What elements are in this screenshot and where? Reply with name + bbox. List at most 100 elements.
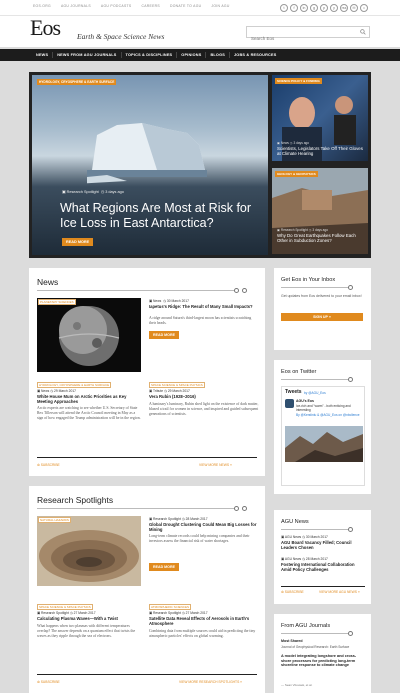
- hero-meta: ▣ Research Spotlight ◷ 3 days ago: [62, 190, 124, 194]
- googleplus-icon[interactable]: g: [310, 4, 318, 12]
- side-meta-1: ▣ News ◷ 3 days ago: [277, 141, 310, 145]
- spotlights-footer-rule: [37, 674, 257, 675]
- news-item-2-meta: ▣ Tribute ◷ 29 March 2017: [149, 389, 190, 393]
- top-link-donate[interactable]: Donate to AGU: [170, 4, 201, 8]
- news-item-2-title[interactable]: Vera Rubin (1928–2016): [149, 394, 259, 399]
- linkedin-icon[interactable]: in: [300, 4, 308, 12]
- hero-type: Research Spotlight: [66, 190, 99, 194]
- iceberg-image: [87, 123, 207, 184]
- search-box: [246, 26, 370, 44]
- spotlight-featured-tag[interactable]: Natural Hazards: [38, 517, 71, 523]
- pinterest-icon[interactable]: p: [320, 4, 328, 12]
- tweet-handle[interactable]: AGU's Eos: [296, 399, 314, 403]
- spotlight-featured-body: Long-term climate records could help min…: [149, 534, 250, 544]
- hero-kicker[interactable]: Hydrology, Cryosphere & Earth Surface: [37, 79, 117, 85]
- news-item-1-meta: ▣ News ◷ 29 March 2017: [37, 389, 76, 393]
- news-featured-tag[interactable]: Planetary Sciences: [38, 299, 76, 305]
- inbox-body: Get updates from Eos delivered to your e…: [281, 294, 362, 298]
- mail-icon[interactable]: ✉: [350, 4, 358, 12]
- side-meta-2: ▣ Research Spotlight ◷ 3 days ago: [277, 228, 329, 232]
- spotlight-item-1-body: What happens when two plasmas with diffe…: [37, 624, 136, 639]
- top-link-join[interactable]: Join AGU: [211, 4, 229, 8]
- agu-news-subscribe-link[interactable]: ⊛ Subscribe: [281, 590, 304, 594]
- news-item-2-tag[interactable]: Space Science & Space Physics: [149, 382, 205, 388]
- dot: [348, 377, 353, 382]
- news-item-1-title[interactable]: White House Mum on Arctic Priorities as …: [37, 394, 141, 404]
- twitter-rule: [281, 379, 351, 380]
- search-icon[interactable]: [360, 29, 366, 35]
- agu-news-1-title[interactable]: AGU Board Vacancy Filled; Council Leader…: [281, 540, 365, 550]
- news-heading-rule: [37, 290, 237, 291]
- agu-news-dots: [348, 527, 353, 532]
- most-shared-label: Most Shared: [281, 639, 303, 643]
- spotlights-subscribe-link[interactable]: ⊛ Subscribe: [37, 680, 60, 684]
- spotlight-read-more-button[interactable]: Read More: [149, 563, 179, 571]
- avatar[interactable]: [285, 399, 294, 408]
- iapetus-image[interactable]: [37, 298, 141, 372]
- nav-blogs[interactable]: Blogs: [206, 53, 229, 57]
- news-read-more-button[interactable]: Read More: [149, 331, 179, 339]
- side-title-1[interactable]: Scientists, Legislators Take Off Their G…: [277, 146, 363, 157]
- spotlight-item-1-title[interactable]: Calculating Plasma Waves—With a Twist: [37, 616, 141, 621]
- nav-news[interactable]: News: [32, 53, 52, 57]
- search-input[interactable]: [247, 33, 357, 44]
- tweet-image[interactable]: [285, 426, 363, 462]
- sign-up-button[interactable]: Sign Up »: [281, 313, 363, 321]
- spotlight-featured-meta: ▣ Research Spotlight ◷ 28 March 2017: [149, 517, 208, 521]
- journal-article-title[interactable]: A model integrating longshore and cross-…: [281, 654, 365, 668]
- hero-main-story[interactable]: Hydrology, Cryosphere & Earth Surface ▣ …: [32, 75, 268, 255]
- journals-rule: [281, 633, 351, 634]
- side-title-2[interactable]: Why Do Great Earthquakes Follow Each Oth…: [277, 233, 363, 244]
- spotlight-featured-title[interactable]: Global Drought Clustering Could Mean Big…: [149, 522, 259, 532]
- dot[interactable]: [234, 288, 239, 293]
- dot: [348, 527, 353, 532]
- news-heading[interactable]: News: [37, 277, 58, 287]
- home-icon[interactable]: ⌂: [360, 4, 368, 12]
- agu-news-2-title[interactable]: Fostering International Collaboration Am…: [281, 562, 365, 572]
- news-subscribe-link[interactable]: ⊛ Subscribe: [37, 463, 60, 467]
- dot[interactable]: [242, 288, 247, 293]
- twitter-widget: Eos on Twitter Tweets by @AGU_Eos AGU's …: [274, 360, 371, 494]
- nav-news-from-journals[interactable]: News from AGU Journals: [53, 53, 120, 57]
- hero-title[interactable]: What Regions Are Most at Risk for Ice Lo…: [60, 201, 260, 231]
- tweets-by[interactable]: by @AGU_Eos: [304, 391, 326, 395]
- spotlights-view-more-link[interactable]: View More Research Spotlights »: [179, 680, 242, 684]
- twitter-heading: Eos on Twitter: [281, 369, 317, 375]
- dot[interactable]: [234, 506, 239, 511]
- side-kicker-1[interactable]: Science Policy & Funding: [275, 78, 322, 84]
- news-featured-title[interactable]: Iapetus's Ridge: The Result of Many Smal…: [149, 304, 259, 309]
- dot[interactable]: [242, 506, 247, 511]
- nav-jobs[interactable]: Jobs & Resources: [230, 53, 280, 57]
- news-section: News Planetary Sciences ▣ News ◷ 30 Marc…: [29, 268, 265, 476]
- top-link-podcasts[interactable]: AGU Podcasts: [101, 4, 132, 8]
- news-view-more-link[interactable]: View More News »: [199, 463, 232, 467]
- side-kicker-2[interactable]: Geology & Geophysics: [275, 171, 318, 177]
- twitter-icon[interactable]: t: [280, 4, 288, 12]
- carousel-dots: [234, 288, 247, 293]
- hero-side-story-1[interactable]: Science Policy & Funding ▣ News ◷ 3 days…: [272, 75, 368, 161]
- hero-read-more-button[interactable]: Read More: [62, 238, 94, 246]
- tweet-timeline[interactable]: Tweets by @AGU_Eos AGU's Eos Ice-rich an…: [281, 386, 365, 486]
- journal-name[interactable]: Journal of Geophysical Research: Earth S…: [281, 645, 365, 649]
- news-featured-body: A ridge around Saturn's third-largest mo…: [149, 316, 252, 326]
- agu-news-view-more-link[interactable]: View More AGU News »: [319, 590, 360, 594]
- rss-icon[interactable]: rss: [340, 4, 348, 12]
- spotlight-item-1-tag[interactable]: Space Science & Space Physics: [37, 604, 93, 610]
- mining-image[interactable]: [37, 516, 141, 586]
- top-link-careers[interactable]: Careers: [141, 4, 160, 8]
- nav-opinions[interactable]: Opinions: [177, 53, 205, 57]
- spotlight-item-2-tag[interactable]: Atmospheric Sciences: [149, 604, 191, 610]
- top-link-eos[interactable]: Eos.org: [33, 4, 51, 8]
- eos-logo[interactable]: Eos: [30, 17, 61, 39]
- top-link-journals[interactable]: AGU Journals: [61, 4, 91, 8]
- news-item-1-tag[interactable]: Hydrology, Cryosphere & Earth Surface: [37, 382, 112, 388]
- hero-side-story-2[interactable]: Geology & Geophysics ▣ Research Spotligh…: [272, 168, 368, 254]
- spotlight-item-2-title[interactable]: Satellite Data Reveal Effects of Aerosol…: [149, 616, 259, 626]
- tweet-link[interactable]: By @Kerstinlu & @AGU_Eos on @nbcllence: [296, 413, 362, 417]
- hero-section: Hydrology, Cryosphere & Earth Surface ▣ …: [29, 72, 371, 258]
- youtube-icon[interactable]: y: [330, 4, 338, 12]
- facebook-icon[interactable]: f: [290, 4, 298, 12]
- nav-topics[interactable]: Topics & Disciplines: [122, 53, 177, 57]
- news-item-2-body: A luminary's luminary, Rubin shed light …: [149, 402, 259, 417]
- spotlights-heading[interactable]: Research Spotlights: [37, 495, 113, 505]
